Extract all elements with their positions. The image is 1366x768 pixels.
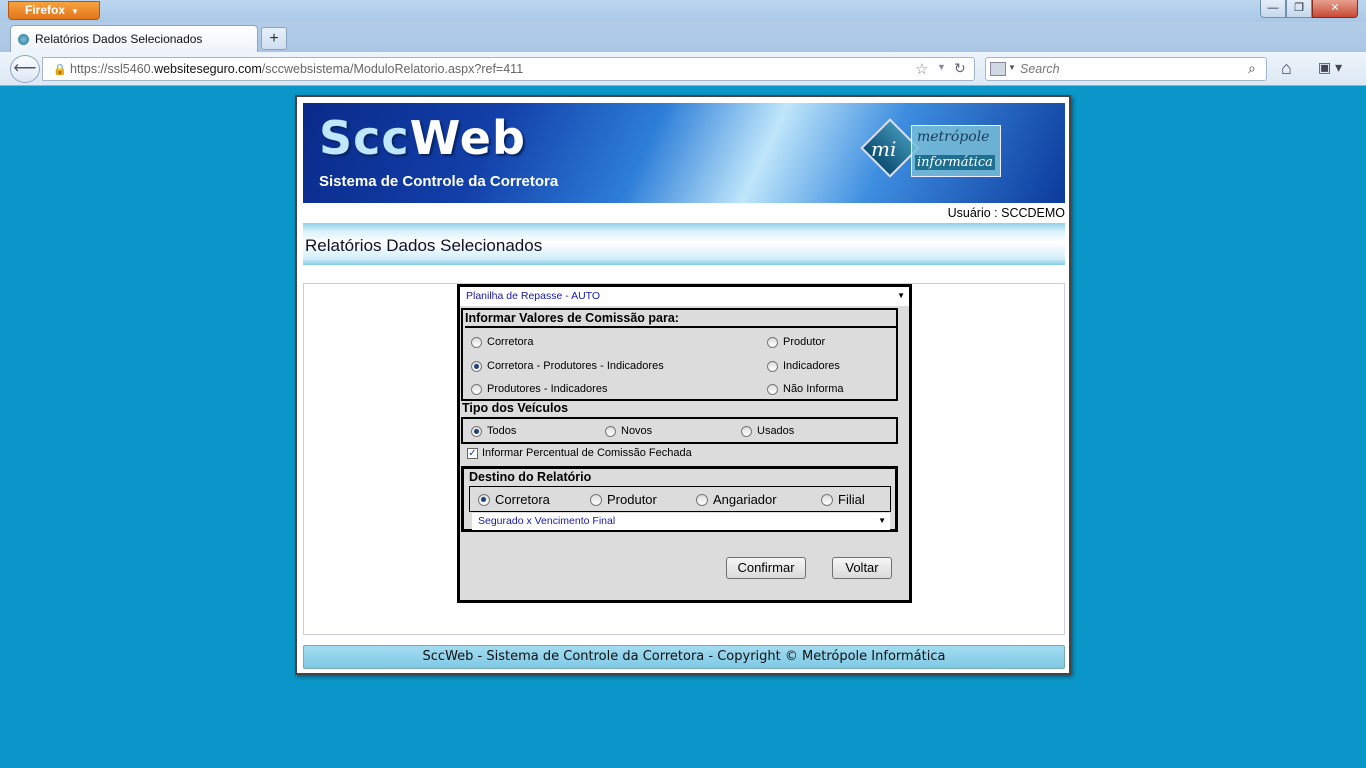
radio-commission-corretora-produtores-indicadores[interactable]: Corretora - Produtores - Indicadores <box>471 360 664 372</box>
vehicle-group: Todos Novos Usados <box>461 417 898 444</box>
brand-title: SccWeb <box>319 111 526 165</box>
destination-group: Destino do Relatório Corretora Produtor … <box>461 466 898 532</box>
report-form: Planilha de Repasse - AUTO ▼ Informar Val… <box>457 284 912 603</box>
radio-selected-icon[interactable] <box>478 493 490 506</box>
metropole-logo: mi metrópole informática <box>860 118 1003 185</box>
chevron-down-icon: ▼ <box>897 291 905 300</box>
vehicle-group-title: Tipo dos Veículos <box>462 401 569 415</box>
closed-commission-checkbox[interactable]: ✓ Informar Percentual de Comissão Fechada <box>467 447 692 459</box>
url-history-dropdown-icon[interactable]: ▼ <box>937 62 946 72</box>
back-button[interactable]: ⟵ <box>10 55 40 83</box>
chevron-down-icon: ▼ <box>878 516 886 525</box>
radio-vehicle-novos[interactable]: Novos <box>605 425 652 437</box>
radio-icon[interactable] <box>590 493 602 506</box>
destination-group-title: Destino do Relatório <box>469 470 592 484</box>
tab-relatorios[interactable]: Relatórios Dados Selecionados <box>10 25 258 52</box>
close-window-button[interactable]: ✕ <box>1312 0 1358 18</box>
radio-selected-icon[interactable] <box>471 425 482 437</box>
destination-options-box: Corretora Produtor Angariador Filial <box>469 486 891 512</box>
radio-commission-nao-informa[interactable]: Não Informa <box>767 383 844 395</box>
tab-bar: Relatórios Dados Selecionados + <box>0 22 1366 52</box>
commission-group: Informar Valores de Comissão para: Corre… <box>461 308 898 401</box>
logo-text-top: metrópole <box>917 129 990 145</box>
radio-commission-indicadores[interactable]: Indicadores <box>767 360 840 372</box>
chevron-down-icon[interactable]: ▼ <box>1008 63 1016 72</box>
confirm-button[interactable]: Confirmar <box>726 557 806 579</box>
radio-icon[interactable] <box>767 383 778 395</box>
user-label: Usuário : SCCDEMO <box>947 206 1065 220</box>
url-prefix: https://ssl5460. <box>70 62 155 76</box>
bookmarks-menu-icon[interactable]: ▣ ▾ <box>1318 59 1348 79</box>
search-icon[interactable]: ⌕ <box>1248 60 1256 77</box>
radio-destino-produtor[interactable]: Produtor <box>590 492 657 507</box>
tab-title: Relatórios Dados Selecionados <box>35 32 203 46</box>
radio-icon[interactable] <box>471 383 482 395</box>
minimize-button[interactable]: — <box>1260 0 1286 18</box>
firefox-menu-button[interactable]: Firefox ▼ <box>8 1 100 20</box>
logo-mark: mi <box>871 137 897 161</box>
lock-icon: 🔒 <box>53 64 67 76</box>
page-footer: SccWeb - Sistema de Controle da Corretor… <box>303 645 1065 669</box>
radio-vehicle-todos[interactable]: Todos <box>471 425 516 437</box>
checkbox-checked-icon[interactable]: ✓ <box>467 447 478 459</box>
radio-icon[interactable] <box>696 493 708 506</box>
chevron-down-icon: ▼ <box>71 7 79 16</box>
search-engine-icon[interactable] <box>990 62 1006 76</box>
radio-commission-produtor[interactable]: Produtor <box>767 336 825 348</box>
navigation-bar: ⟵ 🔒 https://ssl5460.websiteseguro.com/sc… <box>0 52 1366 86</box>
back-button[interactable]: Voltar <box>832 557 892 579</box>
radio-icon[interactable] <box>767 336 778 348</box>
report-select[interactable]: Planilha de Repasse - AUTO ▼ <box>460 287 909 306</box>
page-title: Relatórios Dados Selecionados <box>305 236 543 255</box>
url-bar[interactable]: 🔒 https://ssl5460.websiteseguro.com/sccw… <box>42 57 975 81</box>
page-container: SccWeb Sistema de Controle da Corretora … <box>295 95 1071 675</box>
reload-icon[interactable]: ↻ <box>954 60 966 77</box>
radio-icon[interactable] <box>471 336 482 348</box>
search-input[interactable]: ▼ Search ⌕ <box>985 57 1267 81</box>
radio-commission-corretora[interactable]: Corretora <box>471 336 533 348</box>
radio-destino-filial[interactable]: Filial <box>821 492 865 507</box>
radio-icon[interactable] <box>741 425 752 437</box>
header-banner: SccWeb Sistema de Controle da Corretora … <box>303 103 1065 203</box>
page-title-bar: Relatórios Dados Selecionados <box>303 223 1065 265</box>
url-path: /sccwebsistema/ModuloRelatorio.aspx?ref=… <box>261 62 524 76</box>
brand-subtitle: Sistema de Controle da Corretora <box>319 173 559 190</box>
radio-icon[interactable] <box>767 360 778 372</box>
radio-vehicle-usados[interactable]: Usados <box>741 425 794 437</box>
maximize-button[interactable]: ❐ <box>1286 0 1312 18</box>
radio-icon[interactable] <box>821 493 833 506</box>
home-icon[interactable]: ⌂ <box>1281 58 1292 79</box>
radio-selected-icon[interactable] <box>471 360 482 372</box>
radio-destino-angariador[interactable]: Angariador <box>696 492 777 507</box>
site-favicon-icon <box>18 34 29 45</box>
radio-destino-corretora[interactable]: Corretora <box>478 492 550 507</box>
radio-icon[interactable] <box>605 425 616 437</box>
bookmark-star-icon[interactable]: ☆ <box>915 60 928 78</box>
url-domain: websiteseguro.com <box>154 62 262 76</box>
logo-text-bottom: informática <box>915 155 995 170</box>
commission-group-title: Informar Valores de Comissão para: <box>465 311 896 328</box>
new-tab-button[interactable]: + <box>261 27 287 50</box>
window-titlebar: Firefox ▼ — ❐ ✕ <box>0 0 1366 22</box>
content-panel: Planilha de Repasse - AUTO ▼ Informar Val… <box>303 283 1065 635</box>
radio-commission-produtores-indicadores[interactable]: Produtores - Indicadores <box>471 383 607 395</box>
search-placeholder: Search <box>1020 62 1060 76</box>
order-select[interactable]: Segurado x Vencimento Final ▼ <box>472 513 890 530</box>
